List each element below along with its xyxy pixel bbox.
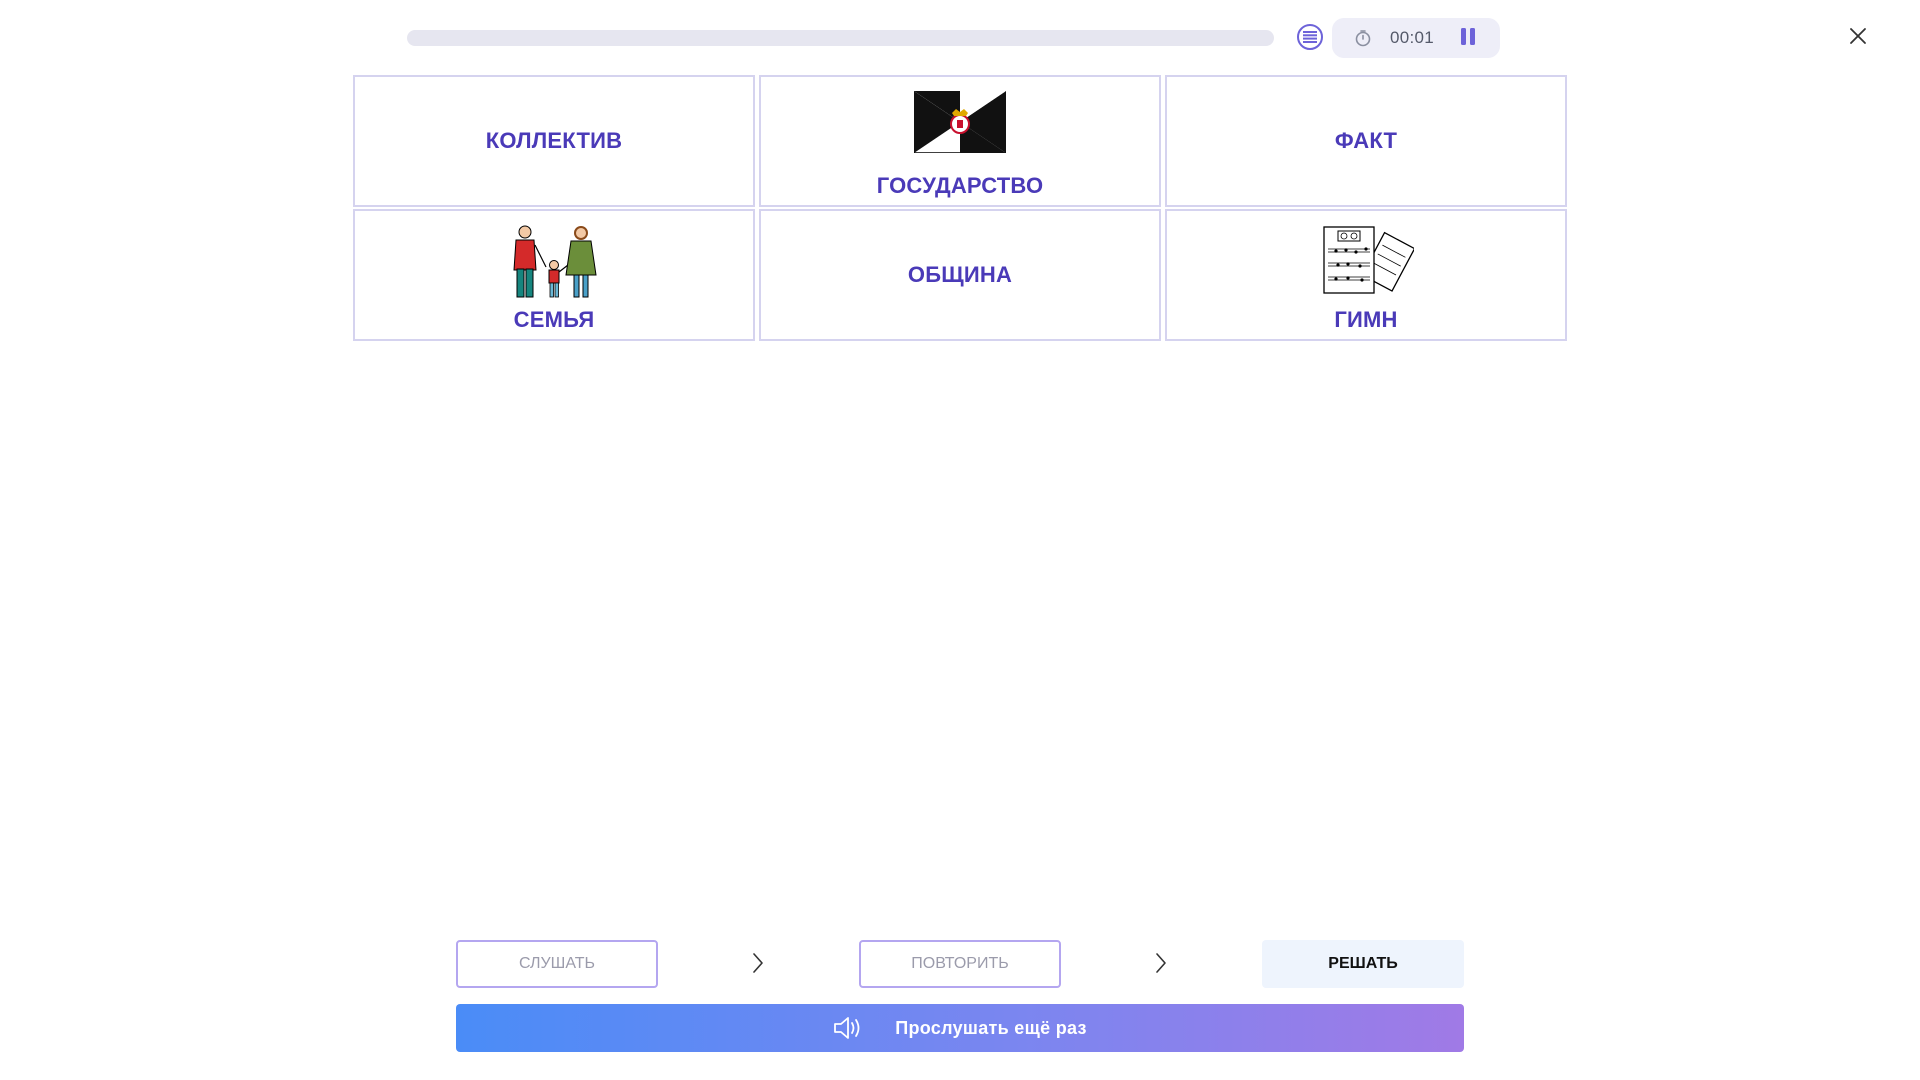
close-icon[interactable] <box>1846 24 1870 48</box>
solve-button[interactable]: РЕШАТЬ <box>1262 940 1464 988</box>
speaker-icon <box>834 1017 860 1039</box>
list-icon <box>1303 31 1317 43</box>
card-gimn[interactable]: ГИМН <box>1165 209 1567 341</box>
pause-icon <box>1461 28 1466 45</box>
stopwatch-icon <box>1355 30 1371 47</box>
timer: 00:01 <box>1332 18 1500 58</box>
list-button[interactable] <box>1297 24 1323 50</box>
card-semya[interactable]: СЕМЬЯ <box>353 209 755 341</box>
card-label: ГОСУДАРСТВО <box>876 173 1044 198</box>
card-label: ФАКТ <box>1334 128 1398 153</box>
flag-image <box>914 91 1006 153</box>
repeat-button[interactable]: ПОВТОРИТЬ <box>859 940 1061 988</box>
family-image <box>513 225 597 298</box>
card-fakt[interactable]: ФАКТ <box>1165 75 1567 207</box>
exercise-screen: 00:01 КОЛЛЕКТИВ ГОСУДАРСТВО ФАКТ СЕМЬЯ О… <box>0 0 1920 1080</box>
card-gosudarstvo[interactable]: ГОСУДАРСТВО <box>759 75 1161 207</box>
card-label: СЕМЬЯ <box>513 307 595 332</box>
answer-grid: КОЛЛЕКТИВ ГОСУДАРСТВО ФАКТ СЕМЬЯ ОБЩИНА … <box>353 75 1567 341</box>
replay-button[interactable]: Прослушать ещё раз <box>456 1004 1464 1052</box>
chevron-right-icon <box>1156 953 1166 973</box>
replay-label: Прослушать ещё раз <box>895 1017 1087 1038</box>
progress-bar <box>407 30 1274 46</box>
listen-button[interactable]: СЛУШАТЬ <box>456 940 658 988</box>
card-label: КОЛЛЕКТИВ <box>485 128 623 153</box>
card-obshchina[interactable]: ОБЩИНА <box>759 209 1161 341</box>
card-label: ГИМН <box>1334 307 1398 332</box>
pause-button[interactable] <box>1458 28 1478 48</box>
chevron-right-icon <box>753 953 763 973</box>
card-kollektiv[interactable]: КОЛЛЕКТИВ <box>353 75 755 207</box>
sheet-music-image <box>1323 226 1414 294</box>
card-label: ОБЩИНА <box>907 262 1013 287</box>
timer-value: 00:01 <box>1390 28 1435 47</box>
